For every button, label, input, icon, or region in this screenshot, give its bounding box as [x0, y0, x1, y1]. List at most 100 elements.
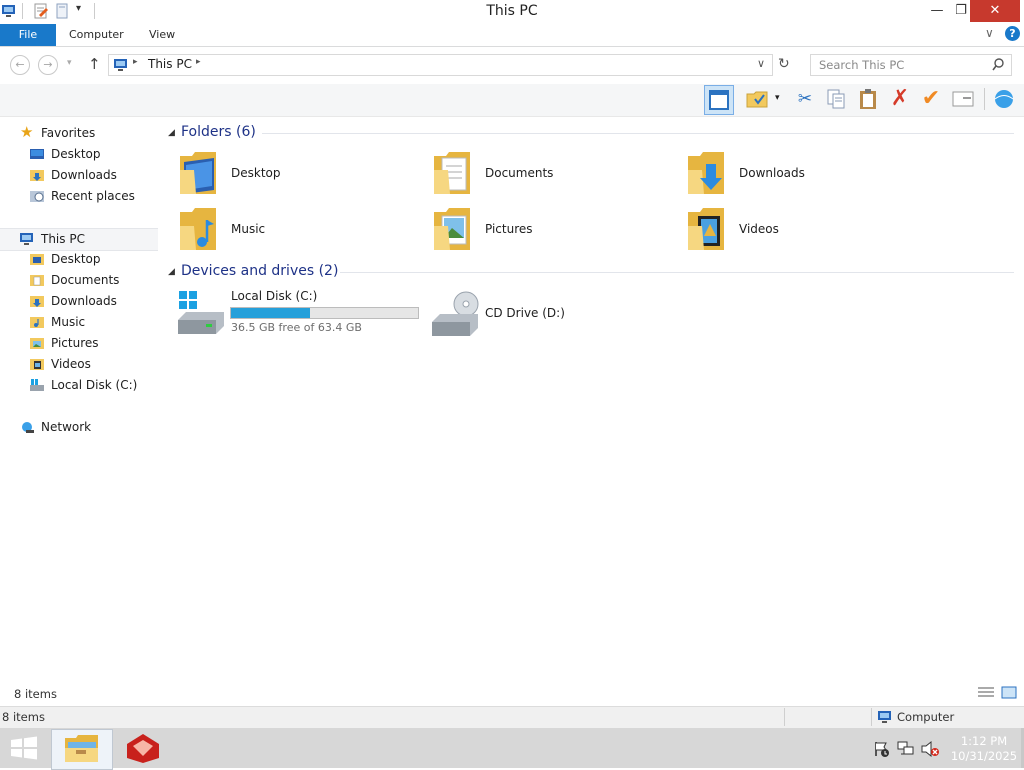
clipboard-icon [860, 89, 876, 109]
videos-folder-icon [688, 208, 724, 250]
status-divider [871, 708, 872, 726]
nav-favorites-downloads[interactable]: Downloads [0, 165, 158, 186]
check-folder-button[interactable] [744, 86, 770, 112]
checkmark-icon: ✔ [921, 86, 941, 111]
large-icons-view-button[interactable] [1001, 686, 1017, 702]
windows-logo-icon [11, 736, 37, 760]
breadcrumb-this-pc[interactable]: This PC [148, 57, 192, 71]
view-dropdown-icon[interactable]: ▾ [775, 93, 780, 103]
nav-label: Desktop [51, 147, 101, 161]
collapse-folders-icon[interactable]: ◢ [168, 128, 175, 138]
recent-locations-icon[interactable]: ▾ [67, 58, 72, 68]
nav-label: Desktop [51, 252, 101, 266]
folder-item-music[interactable]: Music [178, 206, 418, 254]
search-input[interactable]: Search This PC [810, 54, 1012, 76]
drive-label: CD Drive (D:) [485, 306, 565, 320]
details-view-button[interactable] [978, 686, 994, 702]
folder-item-pictures[interactable]: Pictures [432, 206, 672, 254]
downloads-folder-icon [30, 170, 44, 181]
network-icon [22, 422, 34, 433]
nav-favorites[interactable]: ★ Favorites [0, 123, 158, 144]
start-button[interactable] [10, 736, 38, 763]
properties-button[interactable] [950, 86, 976, 112]
status-location: Computer [897, 710, 955, 724]
network-tray-icon[interactable] [897, 740, 915, 761]
nav-favorites-desktop[interactable]: Desktop [0, 144, 158, 165]
nav-thispc-videos[interactable]: Videos [0, 354, 158, 375]
address-dropdown-icon[interactable]: ∨ [757, 57, 765, 70]
address-bar[interactable]: ▸ This PC ▸ ∨ [108, 54, 773, 76]
taskbar-app-icon[interactable] [124, 732, 162, 767]
nav-thispc-music[interactable]: Music [0, 312, 158, 333]
item-count: 8 items [14, 687, 57, 701]
documents-folder-icon [434, 152, 470, 194]
star-icon: ★ [20, 123, 34, 141]
devices-group-title[interactable]: Devices and drives (2) [181, 263, 338, 279]
breadcrumb-separator-icon[interactable]: ▸ [133, 57, 138, 67]
refresh-button[interactable]: ↻ [778, 56, 790, 72]
computer-icon [114, 58, 129, 75]
computer-icon [878, 711, 893, 727]
nav-thispc-desktop[interactable]: Desktop [0, 249, 158, 270]
breadcrumb-chevron-icon[interactable]: ▸ [196, 57, 201, 67]
cd-drive-icon [432, 291, 479, 336]
nav-label: Music [51, 315, 86, 329]
pictures-folder-icon [434, 208, 470, 250]
folder-item-videos[interactable]: Videos [686, 206, 926, 254]
tab-file[interactable]: File [0, 24, 56, 46]
drive-item-cd-drive-d[interactable]: CD Drive (D:) [430, 290, 676, 340]
paste-button[interactable] [855, 86, 881, 112]
folder-label: Downloads [739, 166, 805, 180]
forward-button[interactable]: → [38, 55, 58, 75]
nav-label: Videos [51, 357, 91, 371]
music-folder-icon [180, 208, 216, 250]
nav-favorites-recent[interactable]: Recent places [0, 186, 158, 207]
music-folder-icon [30, 317, 44, 328]
volume-muted-icon[interactable] [920, 740, 940, 761]
folder-item-desktop[interactable]: Desktop [178, 150, 418, 198]
nav-this-pc[interactable]: This PC [0, 228, 158, 251]
drive-item-local-disk-c[interactable]: Local Disk (C:) 36.5 GB free of 63.4 GB [176, 288, 422, 338]
nav-thispc-pictures[interactable]: Pictures [0, 333, 158, 354]
status-divider [784, 708, 785, 726]
nav-label: Recent places [51, 189, 135, 203]
delete-x-icon: ✗ [890, 86, 910, 111]
nav-thispc-downloads[interactable]: Downloads [0, 291, 158, 312]
local-disk-icon [178, 291, 224, 334]
nav-thispc-documents[interactable]: Documents [0, 270, 158, 291]
desktop-icon [30, 149, 44, 159]
close-button[interactable]: ✕ [970, 0, 1020, 22]
local-disk-icon [30, 379, 44, 391]
drive-usage-fill [231, 308, 310, 318]
search-icon[interactable] [992, 58, 1005, 74]
desktop-folder-icon [30, 254, 44, 265]
back-button[interactable]: ← [10, 55, 30, 75]
folder-item-documents[interactable]: Documents [432, 150, 672, 198]
tab-computer[interactable]: Computer [69, 24, 124, 46]
large-icons-view-icon [1001, 686, 1017, 699]
tray-clock[interactable]: 1:12 PM 10/31/2025 [950, 734, 1018, 764]
nav-network[interactable]: Network [0, 417, 158, 438]
ribbon-expand-icon[interactable]: ∨ [985, 26, 994, 40]
share-button[interactable] [991, 86, 1017, 112]
delete-button[interactable]: ✗ [887, 86, 913, 112]
nav-label: Downloads [51, 294, 117, 308]
help-icon[interactable]: ? [1005, 26, 1020, 41]
rename-button[interactable]: ✔ [918, 86, 944, 112]
up-button[interactable]: ↑ [88, 55, 101, 73]
tab-view[interactable]: View [149, 24, 175, 46]
clock-date: 10/31/2025 [950, 749, 1018, 763]
action-center-icon[interactable] [873, 740, 891, 761]
cut-button[interactable]: ✂ [792, 86, 818, 112]
preview-pane-button[interactable] [704, 85, 734, 115]
folder-item-downloads[interactable]: Downloads [686, 150, 926, 198]
taskbar-file-explorer[interactable] [51, 729, 113, 770]
collapse-devices-icon[interactable]: ◢ [168, 267, 175, 277]
nav-thispc-local-disk[interactable]: Local Disk (C:) [0, 375, 158, 396]
copy-button[interactable] [823, 86, 849, 112]
check-folder-icon [746, 91, 768, 108]
nav-label: Pictures [51, 336, 99, 350]
scissors-icon: ✂ [797, 89, 813, 109]
folders-group-title[interactable]: Folders (6) [181, 124, 256, 140]
nav-label: Downloads [51, 168, 117, 182]
